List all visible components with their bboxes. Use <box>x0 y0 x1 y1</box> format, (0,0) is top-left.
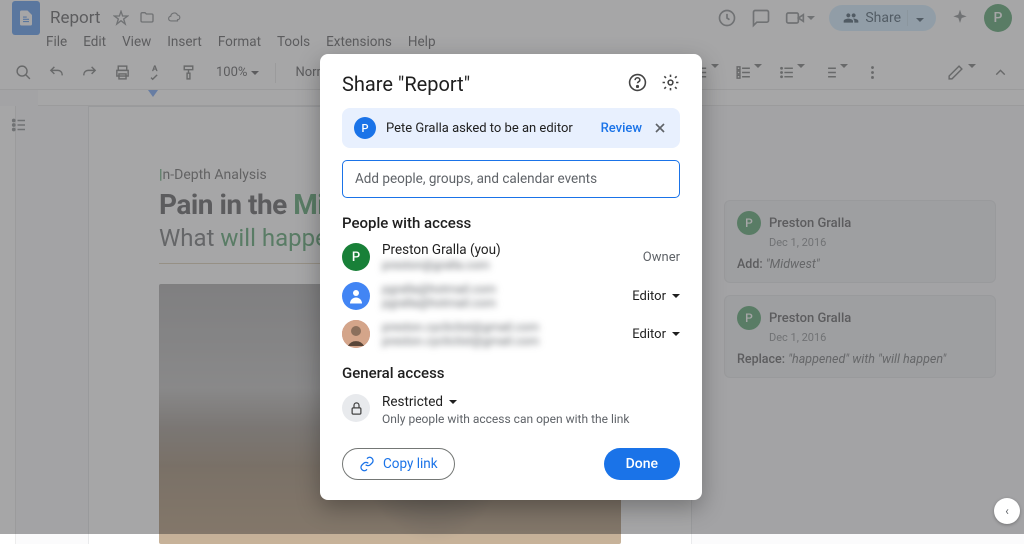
role-select[interactable]: Editor <box>632 289 680 304</box>
share-dialog: Share "Report" P Pete Gralla asked to be… <box>320 54 702 500</box>
person-avatar <box>342 320 370 348</box>
add-people-input[interactable]: Add people, groups, and calendar events <box>342 160 680 198</box>
people-with-access-label: People with access <box>342 214 680 232</box>
role-select[interactable]: Editor <box>632 327 680 342</box>
role-label: Owner <box>643 250 680 265</box>
review-button[interactable]: Review <box>601 121 642 136</box>
requester-avatar: P <box>354 117 376 139</box>
done-button[interactable]: Done <box>604 448 680 480</box>
person-row: pgralla@hotmail.com pgralla@hotmail.com … <box>342 282 680 310</box>
person-avatar: P <box>342 243 370 271</box>
general-access-label: General access <box>342 364 680 382</box>
copy-link-button[interactable]: Copy link <box>342 448 455 480</box>
general-access-row: Restricted Only people with access can o… <box>342 394 680 426</box>
person-avatar <box>342 282 370 310</box>
close-icon[interactable] <box>652 120 668 136</box>
gear-icon[interactable] <box>661 73 680 96</box>
person-row: preston.cycliclist@gmail.com preston.cyc… <box>342 320 680 348</box>
access-request-banner: P Pete Gralla asked to be an editor Revi… <box>342 108 680 148</box>
request-text: Pete Gralla asked to be an editor <box>386 121 591 136</box>
person-row-owner: P Preston Gralla (you) preston@gralla.co… <box>342 242 680 272</box>
restricted-select[interactable]: Restricted <box>382 394 630 410</box>
explore-fab[interactable]: ‹ <box>994 498 1020 524</box>
help-icon[interactable] <box>628 73 647 96</box>
dialog-title: Share "Report" <box>342 72 470 96</box>
lock-icon <box>342 394 370 422</box>
